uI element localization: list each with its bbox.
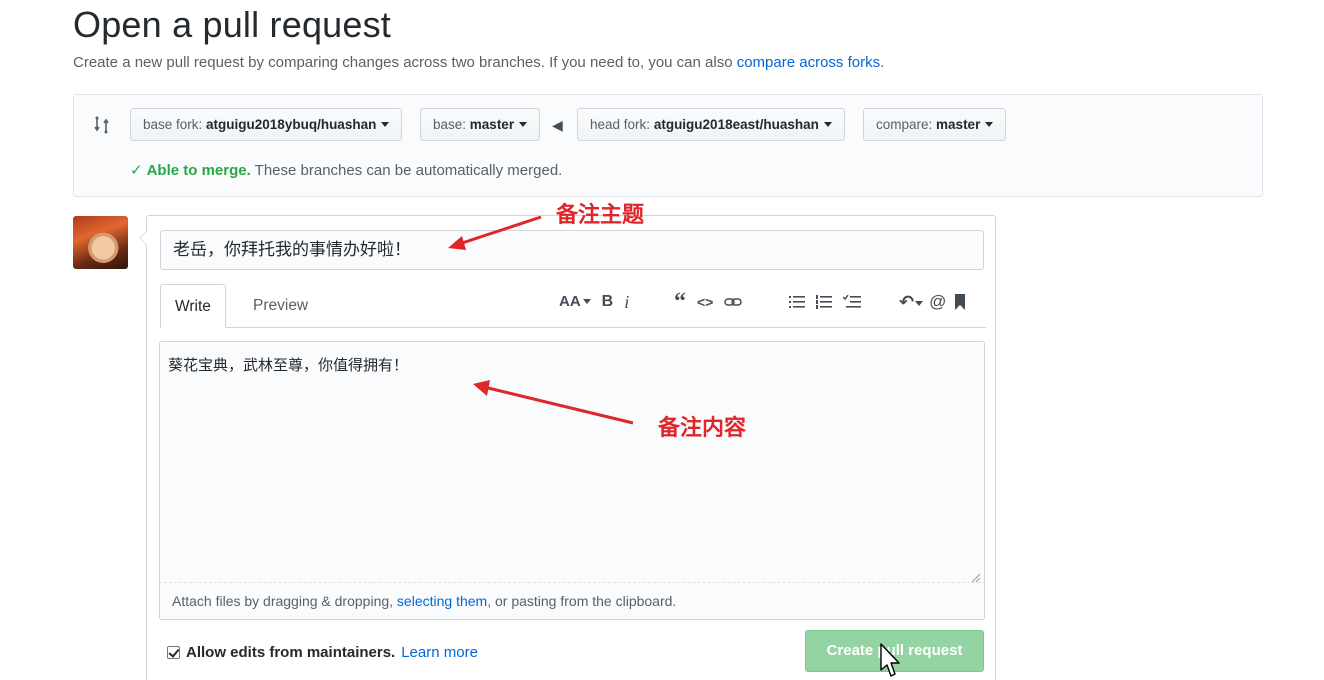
head-fork-select[interactable]: head fork: atguigu2018east/huashan (577, 108, 845, 141)
compare-across-forks-link[interactable]: compare across forks (737, 54, 880, 71)
check-icon: ✓ (130, 162, 143, 179)
merge-status: ✓ Able to merge. These branches can be au… (130, 161, 562, 179)
ordered-list-icon[interactable] (816, 295, 832, 309)
allow-edits-label: Allow edits from maintainers. (186, 644, 396, 661)
base-fork-select[interactable]: base fork: atguigu2018ybuq/huashan (130, 108, 403, 141)
mouse-cursor-icon (880, 643, 900, 677)
text-size-icon[interactable]: AA (559, 290, 591, 314)
title-annotation-arrow-icon (448, 215, 542, 250)
tab-write[interactable]: Write (160, 284, 226, 328)
page-description: Create a new pull request by comparing c… (73, 54, 884, 71)
allow-edits-option: Allow edits from maintainers. Learn more (167, 644, 478, 661)
chevron-down-icon (985, 122, 994, 127)
head-fork-label: head fork: (590, 117, 651, 132)
base-fork-label: base fork: (143, 117, 203, 132)
toolbar-extra-group: ↶ @ (899, 290, 977, 314)
toolbar-text-group: AA B i (559, 290, 640, 314)
title-annotation: 备注主题 (556, 203, 645, 228)
git-compare-icon (92, 115, 112, 135)
pr-title-input[interactable]: 老岳，你拜托我的事情办好啦！ (160, 230, 984, 270)
page-title: Open a pull request (73, 4, 392, 45)
reply-icon[interactable]: ↶ (899, 290, 924, 314)
text-size-label: AA (559, 293, 581, 310)
page-description-text: Create a new pull request by comparing c… (73, 54, 737, 71)
reply-glyph: ↶ (899, 292, 915, 312)
resize-handle-icon[interactable] (971, 569, 981, 583)
pull-request-form: 老岳，你拜托我的事情办好啦！ Write Preview AA B i “ <>… (139, 215, 996, 680)
toolbar-insert-group: “ <> (674, 288, 753, 316)
chevron-down-icon (915, 301, 924, 306)
chevron-down-icon (381, 122, 390, 127)
italic-icon[interactable]: i (624, 290, 629, 314)
base-branch-value: master (469, 117, 515, 132)
task-list-icon[interactable] (843, 295, 861, 309)
mention-icon[interactable]: @ (929, 290, 946, 314)
chevron-down-icon (519, 122, 528, 127)
unordered-list-icon[interactable] (789, 295, 805, 309)
page-description-end: . (880, 54, 885, 71)
merge-status-text: These branches can be automatically merg… (250, 162, 563, 179)
learn-more-link[interactable]: Learn more (401, 644, 478, 661)
base-branch-select[interactable]: base: master (420, 108, 541, 141)
attach-text: Attach files by dragging & dropping, (172, 593, 397, 609)
base-fork-value: atguigu2018ybuq/huashan (206, 117, 377, 132)
allow-edits-checkbox[interactable] (167, 646, 180, 659)
compare-branch-value: master (936, 117, 981, 132)
link-icon[interactable] (724, 295, 743, 309)
quote-icon[interactable]: “ (674, 288, 686, 316)
chevron-down-icon (823, 122, 832, 127)
bold-icon[interactable]: B (602, 290, 614, 314)
merge-ok-text: Able to merge. (146, 162, 251, 179)
tab-divider (160, 327, 986, 328)
toolbar-list-group (789, 290, 872, 314)
avatar[interactable] (73, 216, 128, 269)
selecting-them-link[interactable]: selecting them (397, 593, 487, 609)
attach-files-bar[interactable]: Attach files by dragging & dropping, sel… (159, 583, 985, 620)
code-icon[interactable]: <> (697, 290, 713, 314)
head-fork-value: atguigu2018east/huashan (653, 117, 819, 132)
chevron-down-icon (582, 299, 591, 304)
pr-body-text: 葵花宝典，武林至尊，你值得拥有！ (168, 356, 409, 374)
bookmark-icon[interactable] (954, 294, 966, 310)
compare-branch-label: compare: (876, 117, 933, 132)
branch-range-editor: base fork: atguigu2018ybuq/huashan base:… (73, 94, 1263, 197)
tab-preview[interactable]: Preview (239, 284, 322, 328)
body-annotation-arrow-icon (473, 380, 634, 425)
base-branch-label: base: (433, 117, 467, 132)
compare-branch-select[interactable]: compare: master (863, 108, 1007, 141)
arrow-left-icon: ◀ (552, 117, 563, 133)
attach-text-end: , or pasting from the clipboard. (487, 593, 677, 609)
body-annotation: 备注内容 (658, 416, 747, 441)
